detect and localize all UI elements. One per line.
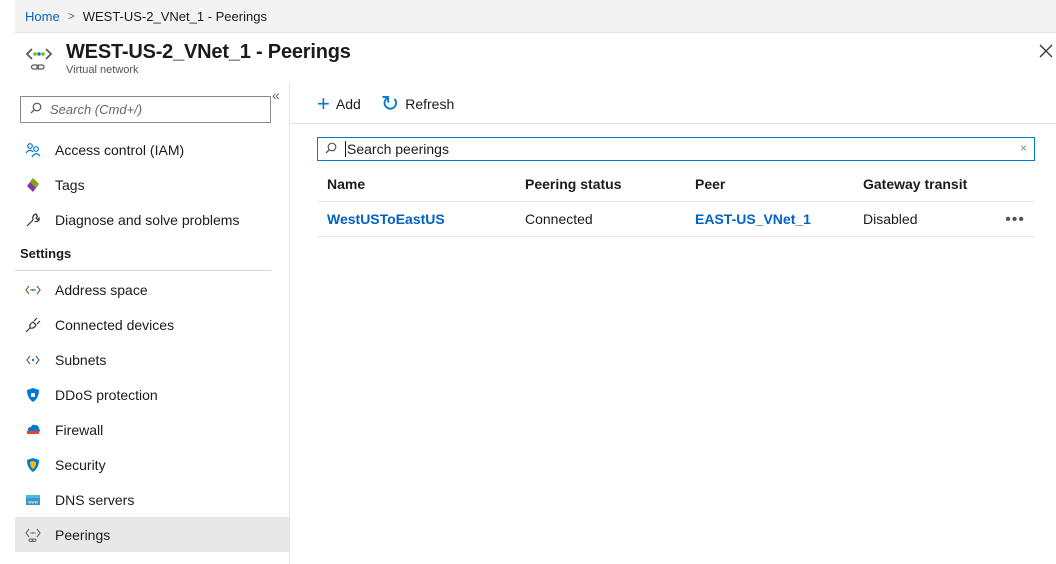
menu-item-tags[interactable]: Tags — [15, 167, 289, 202]
blade-header: WEST-US-2_VNet_1 - Peerings Virtual netw… — [15, 33, 1056, 83]
peerings-grid: Name Peering status Peer Gateway transit… — [317, 167, 1035, 237]
peering-status-cell: Connected — [525, 211, 593, 227]
refresh-button-label: Refresh — [405, 96, 455, 112]
peerings-icon — [25, 527, 41, 543]
peerings-search-placeholder: Search peerings — [345, 141, 449, 157]
virtual-network-icon — [25, 41, 53, 75]
vnet-brackets-icon — [25, 282, 41, 298]
main-content: + Add ↻ Refresh Search peerings × Name P… — [290, 83, 1056, 564]
peering-name-link[interactable]: WestUSToEastUS — [327, 202, 445, 237]
command-bar: + Add ↻ Refresh — [317, 92, 474, 116]
wrench-icon — [25, 212, 41, 228]
close-icon[interactable] — [1038, 42, 1054, 60]
search-icon — [30, 102, 42, 117]
menu-item-diagnose[interactable]: Diagnose and solve problems — [15, 202, 289, 237]
menu-item-firewall[interactable]: Firewall — [15, 412, 289, 447]
collapse-menu-button[interactable]: « — [272, 87, 280, 103]
menu-item-dns-servers[interactable]: www DNS servers — [15, 482, 289, 517]
peer-link[interactable]: EAST-US_VNet_1 — [695, 202, 811, 237]
refresh-button[interactable]: ↻ Refresh — [380, 91, 455, 116]
resource-menu: Search (Cmd+/) « Access control (IAM) Ta… — [15, 83, 290, 564]
add-button[interactable]: + Add — [317, 91, 361, 116]
menu-item-security[interactable]: Security — [15, 447, 289, 482]
security-shield-icon — [25, 457, 41, 473]
menu-list: Access control (IAM) Tags Diagnose and s… — [15, 132, 289, 552]
menu-item-label: Connected devices — [55, 316, 175, 333]
dns-icon: www — [25, 492, 41, 508]
menu-search-placeholder: Search (Cmd+/) — [50, 102, 143, 117]
subnets-brackets-icon — [25, 352, 41, 368]
search-icon — [325, 141, 337, 157]
menu-item-peerings[interactable]: Peerings — [15, 517, 289, 552]
column-header-peering-status[interactable]: Peering status — [525, 167, 621, 202]
menu-search-input[interactable]: Search (Cmd+/) — [20, 96, 271, 123]
grid-header-row: Name Peering status Peer Gateway transit — [317, 167, 1035, 202]
toolbar-divider — [290, 123, 1056, 124]
menu-item-label: Diagnose and solve problems — [55, 211, 240, 228]
breadcrumb-separator: > — [67, 9, 75, 23]
menu-item-ddos-protection[interactable]: DDoS protection — [15, 377, 289, 412]
firewall-cloud-icon — [25, 422, 41, 438]
breadcrumb-home-link[interactable]: Home — [25, 9, 60, 24]
add-button-label: Add — [335, 96, 361, 112]
menu-item-label: Address space — [55, 281, 148, 298]
svg-text:www: www — [28, 499, 39, 504]
breadcrumb: Home > WEST-US-2_VNet_1 - Peerings — [15, 0, 1056, 33]
menu-item-label: Access control (IAM) — [55, 141, 185, 158]
menu-item-label: Subnets — [55, 351, 107, 368]
menu-item-connected-devices[interactable]: Connected devices — [15, 307, 289, 342]
column-header-name[interactable]: Name — [327, 167, 365, 202]
settings-section-header: Settings — [15, 237, 271, 271]
menu-item-address-space[interactable]: Address space — [15, 272, 289, 307]
shield-icon — [25, 387, 41, 403]
blade-title-group: WEST-US-2_VNet_1 - Peerings Virtual netw… — [66, 41, 351, 76]
menu-item-label: DDoS protection — [55, 386, 158, 403]
plus-icon: + — [317, 91, 330, 116]
page-title: WEST-US-2_VNet_1 - Peerings — [66, 40, 351, 63]
menu-item-label: Firewall — [55, 421, 104, 438]
tag-icon — [25, 177, 41, 193]
gateway-transit-cell: Disabled — [863, 211, 918, 227]
peerings-search-input[interactable]: Search peerings × — [317, 137, 1035, 161]
plug-icon — [25, 317, 41, 333]
column-header-gateway-transit[interactable]: Gateway transit — [863, 167, 967, 202]
menu-item-label: Security — [55, 456, 106, 473]
menu-item-label: Peerings — [55, 526, 111, 543]
menu-item-label: Tags — [55, 176, 85, 193]
menu-item-access-control[interactable]: Access control (IAM) — [15, 132, 289, 167]
column-header-peer[interactable]: Peer — [695, 167, 725, 202]
refresh-icon: ↻ — [380, 91, 400, 116]
breadcrumb-current: WEST-US-2_VNet_1 - Peerings — [82, 8, 267, 24]
menu-item-subnets[interactable]: Subnets — [15, 342, 289, 377]
page-subtitle: Virtual network — [66, 63, 139, 76]
people-icon — [25, 142, 41, 158]
more-actions-icon[interactable]: ••• — [1005, 202, 1025, 237]
clear-search-icon[interactable]: × — [1020, 141, 1027, 155]
table-row[interactable]: WestUSToEastUS Connected EAST-US_VNet_1 … — [317, 202, 1035, 237]
menu-item-label: DNS servers — [55, 491, 135, 508]
